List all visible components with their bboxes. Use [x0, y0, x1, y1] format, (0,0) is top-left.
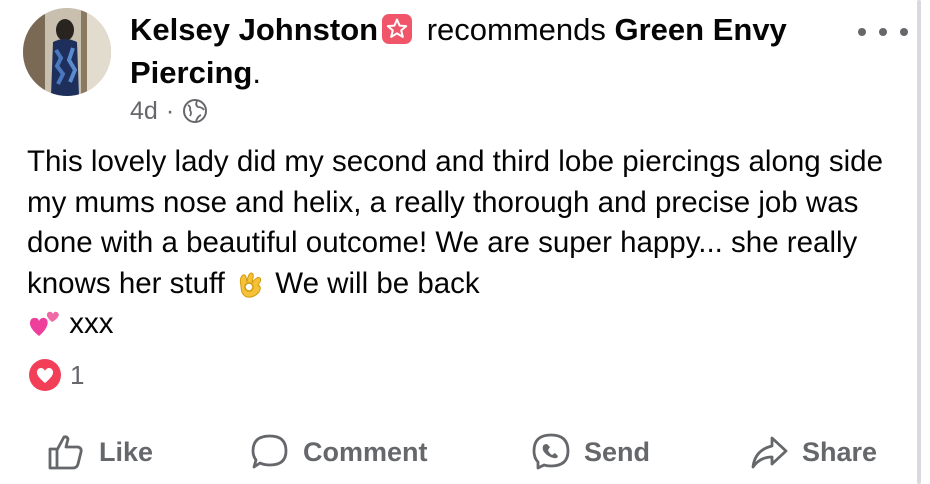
- more-horizontal-icon: [858, 28, 866, 36]
- like-button[interactable]: Like: [45, 424, 153, 480]
- timestamp[interactable]: 4d: [130, 97, 158, 126]
- ok-hand-emoji-icon: [239, 271, 262, 298]
- share-button[interactable]: Share: [748, 424, 877, 480]
- page-name[interactable]: Green Envy: [615, 12, 787, 47]
- more-options-button[interactable]: [858, 20, 908, 44]
- comment-label: Comment: [303, 436, 428, 467]
- meta-separator: ·: [165, 96, 175, 125]
- reactions-summary[interactable]: 1: [28, 358, 84, 392]
- post-header: Kelsey Johnston recommends Green Envy Pi…: [130, 8, 850, 94]
- comment-button[interactable]: Comment: [249, 424, 428, 480]
- messenger-icon: [532, 433, 570, 470]
- more-dot: [879, 28, 887, 36]
- post-text: This lovely lady did my second and third…: [27, 142, 912, 345]
- comment-bubble-icon: [251, 434, 288, 469]
- scrollbar[interactable]: [917, 0, 921, 484]
- globe-icon: [183, 99, 208, 123]
- two-hearts-emoji-icon: [29, 311, 59, 336]
- action-bar: Like Comment Send Share: [0, 424, 912, 480]
- recommends-label: recommends: [426, 12, 606, 47]
- send-button[interactable]: Send: [530, 424, 650, 480]
- send-label: Send: [584, 436, 651, 467]
- recommend-star-icon: [382, 14, 413, 44]
- thumbs-up-icon: [48, 435, 83, 470]
- more-dot: [900, 28, 908, 36]
- reaction-count: 1: [70, 359, 85, 390]
- share-label: Share: [802, 436, 878, 467]
- page-name-line2[interactable]: Piercing: [130, 55, 252, 90]
- page-name-period: .: [252, 55, 261, 90]
- like-label: Like: [99, 436, 154, 467]
- love-reaction-icon: [29, 359, 61, 391]
- avatar[interactable]: [23, 8, 111, 96]
- author-name[interactable]: Kelsey Johnston: [130, 12, 378, 47]
- post-meta: 4d ·: [130, 96, 208, 126]
- post-text-continued: We will be back: [267, 266, 480, 300]
- post-text-end: xxx: [61, 307, 114, 340]
- share-arrow-icon: [751, 436, 788, 469]
